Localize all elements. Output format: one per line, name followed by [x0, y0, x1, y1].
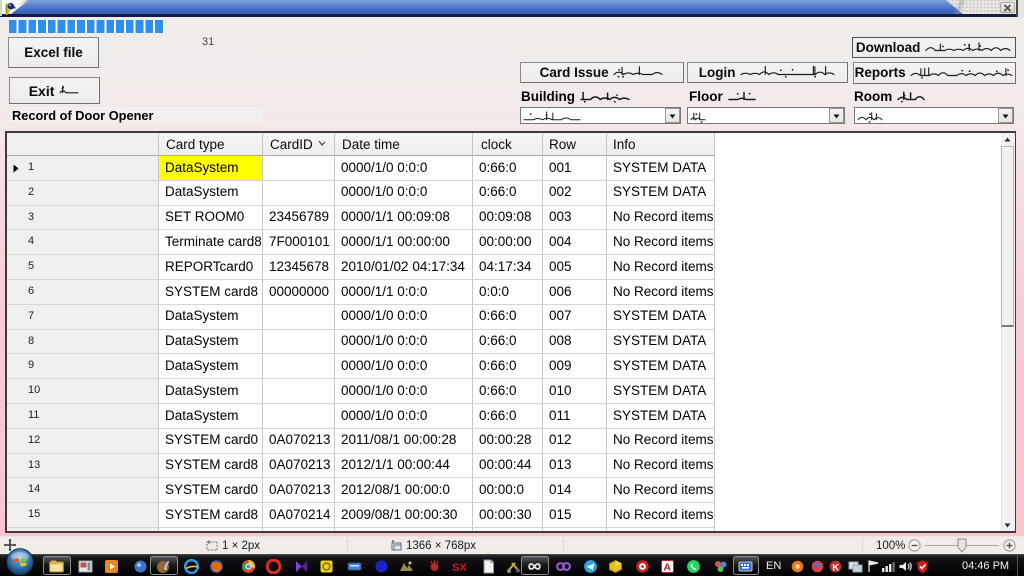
svg-text:K: K: [832, 562, 839, 573]
svg-text:SX: SX: [452, 562, 467, 574]
svg-text:A: A: [663, 561, 671, 573]
